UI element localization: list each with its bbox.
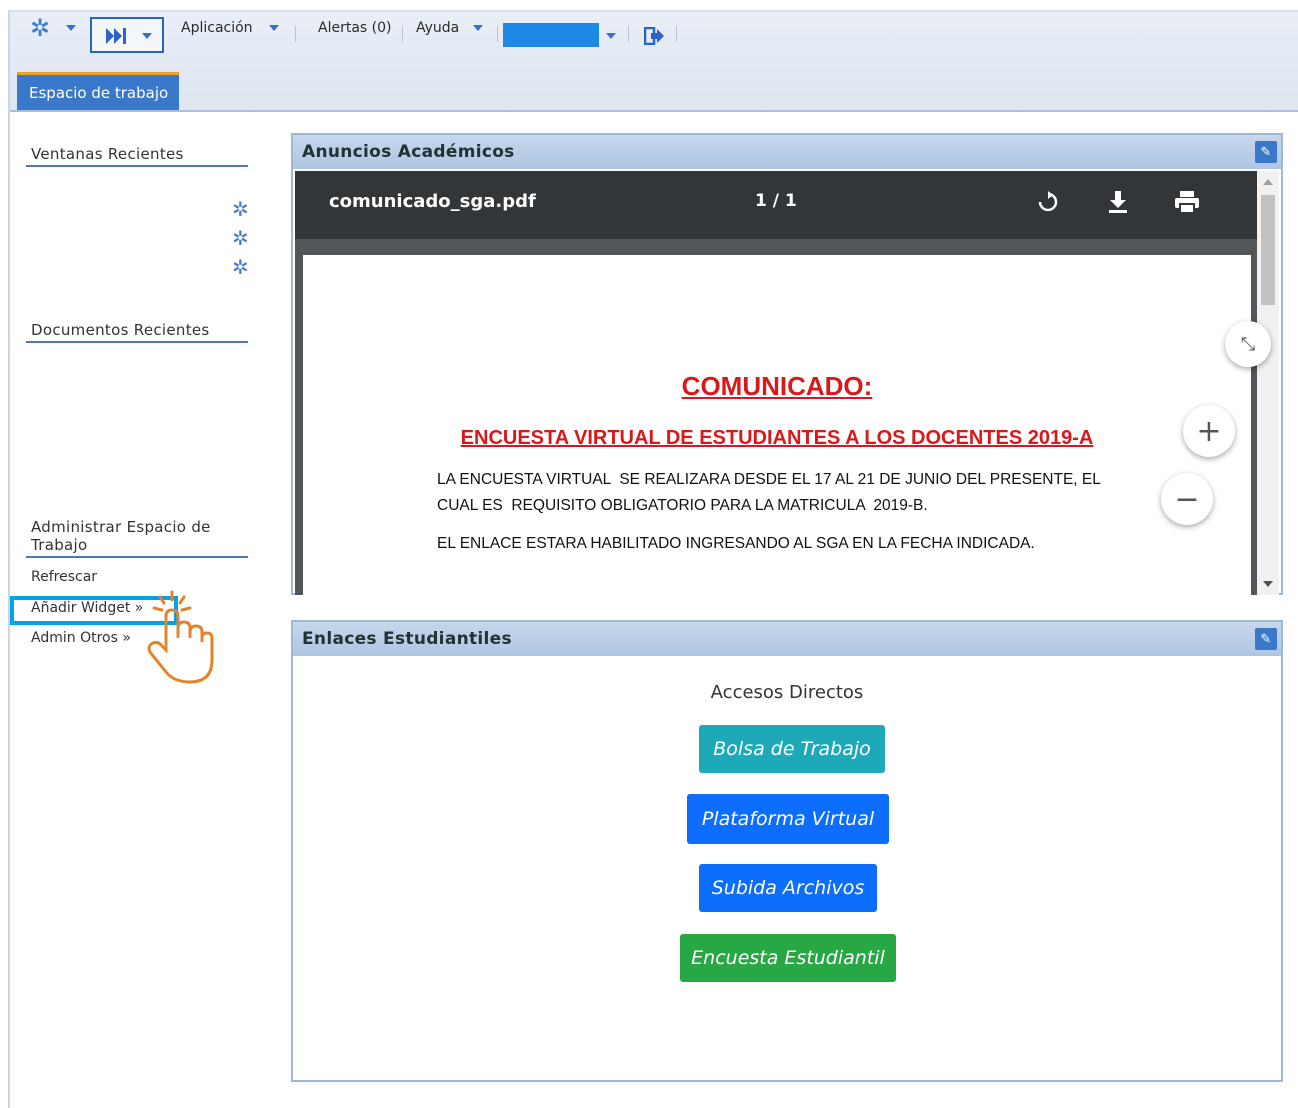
asterisk-icon[interactable]: ✲ (232, 255, 249, 279)
chevron-down-icon (268, 25, 279, 31)
download-icon[interactable] (1107, 190, 1129, 214)
asterisk-icon[interactable]: ✲ (232, 226, 249, 250)
chevron-down-icon (142, 33, 152, 39)
admin-others-link[interactable]: Admin Otros » (31, 630, 131, 646)
menu-aplicacion[interactable]: Aplicación (181, 10, 279, 46)
pdf-page: COMUNICADO: ENCUESTA VIRTUAL DE ESTUDIAN… (303, 255, 1251, 595)
add-widget-link[interactable]: Añadir Widget » (31, 600, 143, 616)
menu-alertas-label: Alertas (0) (318, 20, 392, 36)
announcements-panel: Anuncios Académicos ✎ comunicado_sga.pdf… (291, 133, 1283, 595)
scroll-thumb[interactable] (1261, 195, 1275, 305)
direct-access-heading: Accesos Directos (710, 682, 864, 703)
print-icon[interactable] (1174, 190, 1200, 214)
toolbar-divider (295, 26, 296, 42)
subida-archivos-button[interactable]: Subida Archivos (699, 864, 877, 912)
plataforma-virtual-button[interactable]: Plataforma Virtual (687, 794, 889, 844)
tab-workspace[interactable]: Espacio de trabajo (17, 72, 179, 110)
fit-page-button[interactable]: ⤡ (1225, 321, 1271, 367)
asterisk-icon[interactable]: ✲ (232, 197, 249, 221)
recent-documents-heading: Documentos Recientes (26, 321, 248, 343)
toolbar-divider (497, 26, 498, 42)
chevron-down-icon (66, 25, 77, 31)
scroll-down-arrow[interactable] (1263, 581, 1273, 587)
fit-page-icon: ⤡ (1240, 333, 1256, 355)
pdf-toolbar: comunicado_sga.pdf 1 / 1 (295, 171, 1257, 239)
menu-alertas[interactable]: Alertas (0) (318, 10, 391, 46)
chevron-down-icon (473, 25, 484, 31)
pdf-subheading: ENCUESTA VIRTUAL DE ESTUDIANTES A LOS DO… (460, 427, 1094, 449)
edit-icon[interactable]: ✎ (1255, 628, 1277, 650)
announcements-panel-header: Anuncios Académicos ✎ (293, 135, 1281, 169)
tab-workspace-label: Espacio de trabajo (29, 83, 169, 102)
fast-forward-icon (106, 28, 126, 44)
pdf-filename: comunicado_sga.pdf (329, 191, 536, 212)
manage-workspace-heading: Administrar Espacio de Trabajo (26, 518, 248, 558)
pdf-page-indicator: 1 / 1 (755, 191, 797, 211)
refresh-link[interactable]: Refrescar (31, 569, 97, 585)
edit-icon[interactable]: ✎ (1255, 141, 1277, 163)
scroll-up-arrow[interactable] (1263, 179, 1273, 185)
pdf-body-line-1: LA ENCUESTA VIRTUAL SE REALIZARA DESDE E… (437, 471, 1101, 488)
toolbar-divider (628, 26, 629, 42)
encuesta-estudiantil-button[interactable]: Encuesta Estudiantil (680, 934, 896, 982)
bolsa-trabajo-button[interactable]: Bolsa de Trabajo (699, 725, 885, 773)
student-links-panel-header: Enlaces Estudiantiles ✎ (293, 622, 1281, 656)
menu-aplicacion-label: Aplicación (181, 20, 253, 36)
favorites-menu[interactable]: ✲ (30, 10, 77, 46)
pdf-viewer[interactable]: COMUNICADO: ENCUESTA VIRTUAL DE ESTUDIAN… (295, 239, 1257, 595)
recent-windows-heading: Ventanas Recientes (26, 145, 248, 167)
announcements-title: Anuncios Académicos (302, 142, 515, 162)
minus-icon: − (1174, 481, 1200, 517)
chevron-down-icon[interactable] (606, 33, 616, 39)
zoom-out-button[interactable]: − (1161, 473, 1213, 525)
fast-forward-menu[interactable] (90, 17, 164, 53)
pdf-body-line-2: CUAL ES REQUISITO OBLIGATORIO PARA LA MA… (437, 497, 928, 514)
plus-icon: + (1196, 413, 1222, 449)
menu-ayuda[interactable]: Ayuda (416, 10, 484, 46)
logout-icon[interactable] (644, 27, 664, 45)
user-menu-redacted[interactable] (503, 23, 599, 47)
student-links-title: Enlaces Estudiantiles (302, 629, 512, 649)
student-links-panel: Enlaces Estudiantiles ✎ Accesos Directos… (291, 620, 1283, 1082)
pdf-scrollbar[interactable] (1257, 171, 1279, 595)
rotate-icon[interactable] (1037, 191, 1059, 213)
hand-pointer-icon (147, 590, 214, 684)
pdf-heading: COMUNICADO: (681, 371, 873, 401)
menu-ayuda-label: Ayuda (416, 20, 460, 36)
toolbar-divider (676, 26, 677, 42)
asterisk-icon: ✲ (30, 14, 51, 42)
toolbar-divider (402, 26, 403, 42)
pdf-body-line-3: EL ENLACE ESTARA HABILITADO INGRESANDO A… (437, 535, 1035, 552)
zoom-in-button[interactable]: + (1183, 405, 1235, 457)
